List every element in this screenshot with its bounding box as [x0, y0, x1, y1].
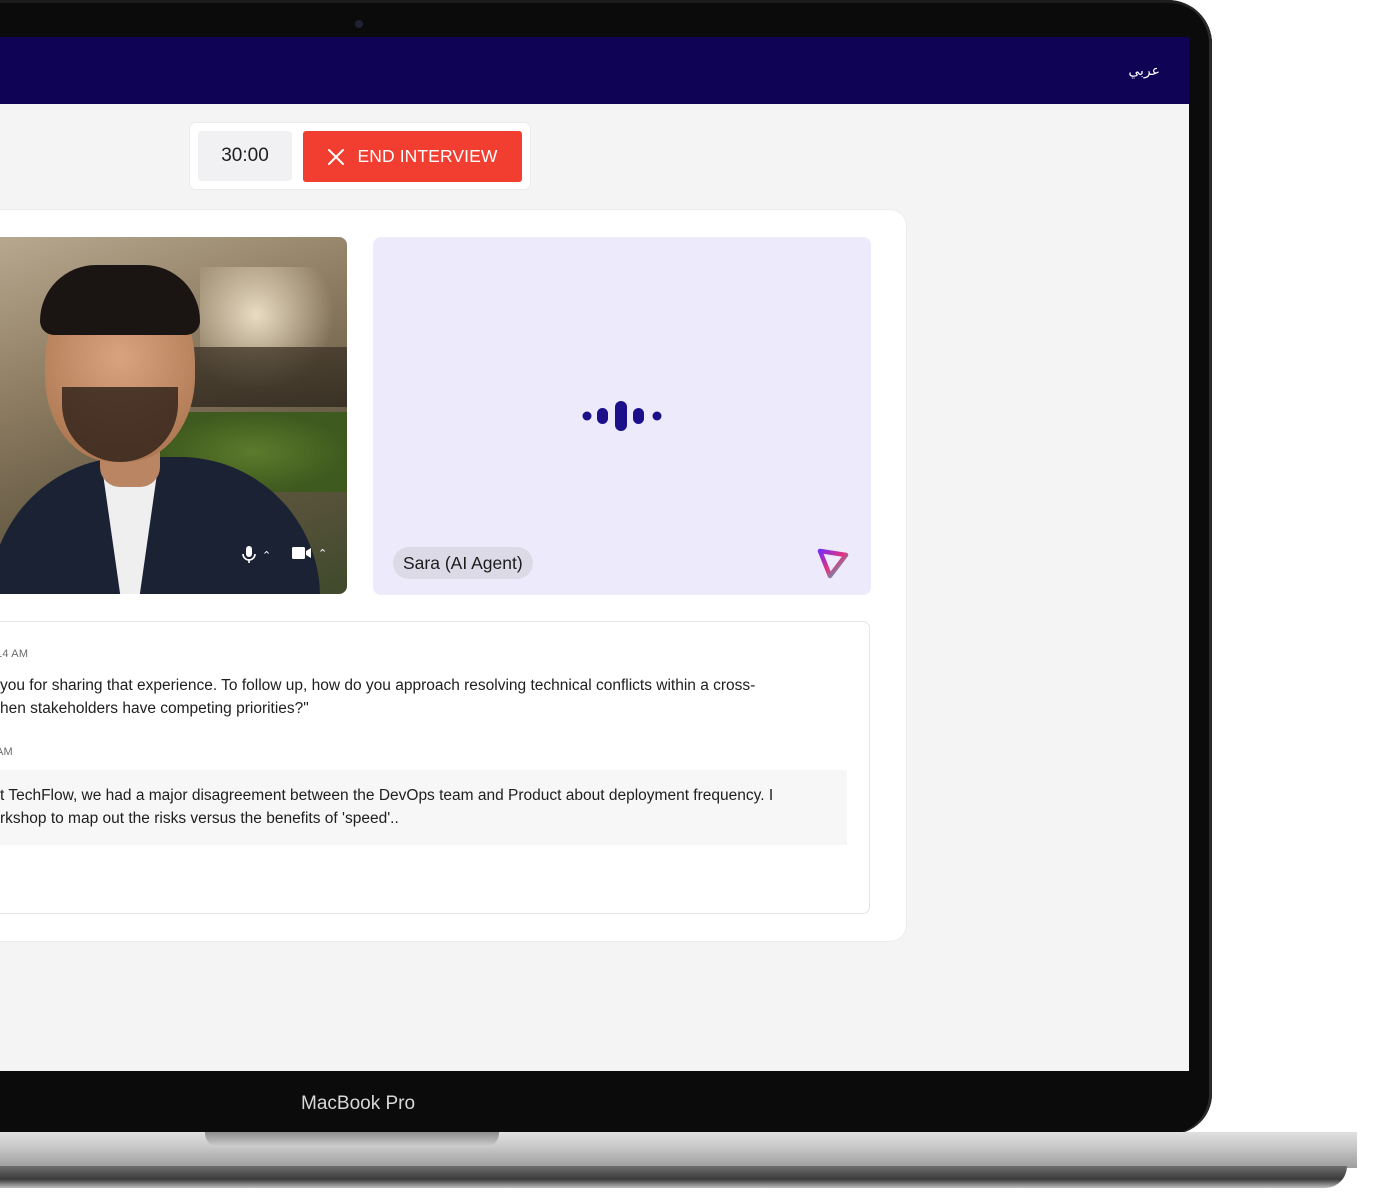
- candidate-hair: [40, 265, 200, 335]
- microphone-icon: [242, 546, 256, 563]
- screen: عربي 30:00 END INTERVIEW ⌃ ⌃ Sara (AI Ag…: [0, 37, 1189, 1071]
- end-interview-label: END INTERVIEW: [357, 146, 498, 166]
- message-line: hen stakeholders have competing prioriti…: [0, 700, 309, 717]
- message-line: you for sharing that experience. To foll…: [0, 677, 756, 694]
- transcript-panel: 14 AM you for sharing that experience. T…: [0, 622, 869, 913]
- language-toggle[interactable]: عربي: [1128, 62, 1160, 79]
- chevron-up-icon[interactable]: ⌃: [262, 549, 271, 562]
- end-interview-button[interactable]: END INTERVIEW: [303, 131, 522, 182]
- webcam: [355, 20, 363, 28]
- message-line: rkshop to map out the risks versus the b…: [0, 810, 399, 827]
- top-navbar: عربي: [0, 37, 1189, 104]
- laptop-notch: [205, 1132, 499, 1147]
- message-timestamp: AM: [0, 746, 13, 758]
- ai-agent-tile: Sara (AI Agent): [373, 237, 871, 595]
- close-icon: [328, 148, 345, 165]
- device-brand-label: MacBook Pro: [301, 1093, 416, 1114]
- interview-controls: 30:00 END INTERVIEW: [190, 123, 530, 189]
- laptop-base-bottom: [0, 1166, 1347, 1188]
- message-timestamp: 14 AM: [0, 648, 29, 660]
- agent-message: you for sharing that experience. To foll…: [0, 674, 820, 720]
- voice-waveform-icon: [582, 401, 662, 431]
- candidate-message: t TechFlow, we had a major disagreement …: [0, 784, 820, 830]
- chevron-up-icon[interactable]: ⌃: [318, 547, 327, 560]
- agent-name-badge: Sara (AI Agent): [393, 547, 533, 579]
- background-shelf: [170, 347, 347, 407]
- microphone-control[interactable]: ⌃: [242, 546, 271, 564]
- brand-logo-icon: [817, 548, 849, 579]
- video-camera-icon: [292, 547, 311, 559]
- message-line: t TechFlow, we had a major disagreement …: [0, 787, 774, 804]
- laptop-base: [0, 1132, 1357, 1168]
- camera-control[interactable]: ⌃: [292, 546, 327, 560]
- interview-timer: 30:00: [198, 131, 292, 181]
- candidate-video: ⌃ ⌃: [0, 237, 347, 594]
